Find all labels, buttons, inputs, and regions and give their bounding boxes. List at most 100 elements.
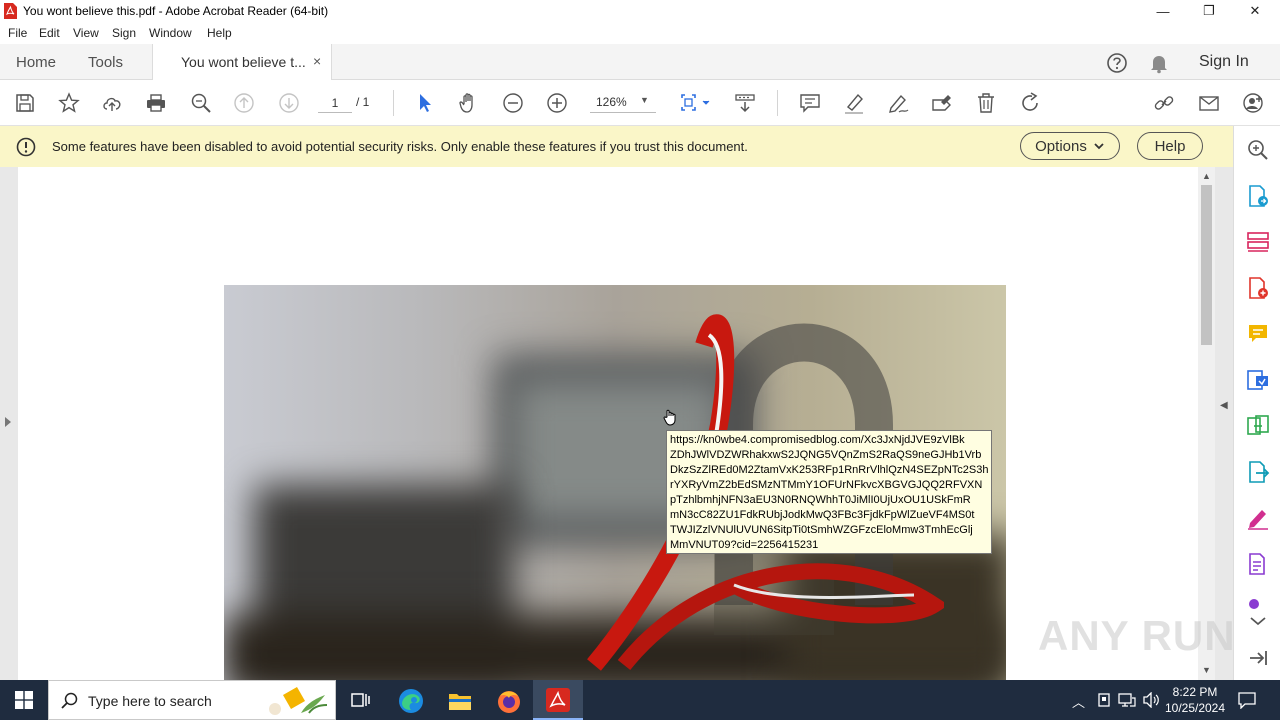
search-zoom-icon[interactable] [1246,138,1270,162]
upload-cloud-icon[interactable] [100,91,124,115]
comment-icon[interactable] [798,91,822,115]
taskbar-search-box[interactable]: Type here to search [48,680,336,720]
tab-close-icon[interactable]: × [313,53,321,69]
search-icon [61,692,78,709]
hand-pointer-cursor-icon [663,409,676,426]
collapse-panel-icon[interactable] [1246,646,1270,670]
toolbar-divider [777,90,778,116]
select-cursor-icon[interactable] [413,91,437,115]
menu-view[interactable]: View [73,26,99,40]
fit-page-icon[interactable] [678,91,714,115]
security-warning-banner: Some features have been disabled to avoi… [0,126,1233,167]
warning-icon [16,137,36,157]
scrollbar-thumb[interactable] [1201,185,1212,345]
vertical-scrollbar[interactable]: ▲ ▼ [1198,167,1215,680]
notification-bell-icon[interactable] [1148,52,1170,74]
comment-tool-icon[interactable] [1246,322,1270,346]
export-convert-icon[interactable] [1246,460,1270,484]
close-window-button[interactable]: ✕ [1232,0,1278,22]
link-url-tooltip: https://kn0wbe4.compromisedblog.com/Xc3J… [666,430,992,554]
firefox-icon[interactable] [496,688,522,714]
tab-home[interactable]: Home [16,54,56,71]
windows-taskbar: Type here to search ︿ 8:22 PM 10/25/2024 [0,680,1280,720]
clock-time: 8:22 PM [1172,685,1218,699]
scroll-down-icon[interactable]: ▼ [1202,665,1211,675]
page-total: / 1 [356,95,370,109]
maximize-button[interactable]: ❐ [1186,0,1232,22]
menu-window[interactable]: Window [149,26,192,40]
tab-document[interactable]: You wont believe t... × [152,44,332,80]
tooltip-line: ZDhJWlVDZWRhakxwS2JQNG5VQnZmS2RaQS9neGJH… [670,449,982,461]
tooltip-line: mN3cC82ZU1FdkRUbjJodkMwQ3FBc3FjdkFpWlZue… [670,509,975,521]
taskbar-clock[interactable]: 8:22 PM 10/25/2024 [1162,684,1228,716]
star-icon[interactable] [57,91,81,115]
task-view-icon[interactable] [348,688,372,712]
edge-browser-icon[interactable] [398,688,424,714]
edit-pdf-icon[interactable] [1246,368,1270,392]
draw-pen-icon[interactable] [886,91,910,115]
scroll-mode-icon[interactable] [733,91,757,115]
fill-sign-icon[interactable] [1246,506,1270,530]
next-page-icon[interactable] [277,91,301,115]
protect-document-icon[interactable] [1246,552,1270,576]
rotate-icon[interactable] [1018,91,1042,115]
start-button[interactable] [0,680,48,720]
options-button[interactable]: Options [1020,132,1120,160]
tooltip-line: DkzSzZlREd0M2ZtamVxK253RFp1RnRrVlhlQzN4S… [670,464,988,476]
zoom-in-icon[interactable] [545,91,569,115]
menu-file[interactable]: File [8,26,27,40]
tab-tools[interactable]: Tools [88,54,123,71]
window-title: You wont believe this.pdf - Adobe Acroba… [23,4,329,18]
hand-tool-icon[interactable] [457,91,481,115]
tooltip-line: pTzhlbmhjNFN3aEU3N0RNQWhhT0JiMlI0UjUxOU1… [670,494,971,506]
menu-sign[interactable]: Sign [112,26,136,40]
main-toolbar: / 1 126% ▼ [0,80,1280,126]
menu-help[interactable]: Help [207,26,232,40]
save-icon[interactable] [13,91,37,115]
help-button[interactable]: Help [1137,132,1203,160]
taskbar-acrobat-active[interactable] [533,680,583,720]
collapse-right-panel-icon[interactable]: ◀ [1220,400,1228,411]
volume-icon[interactable] [1142,692,1160,708]
tab-bar: Home Tools You wont believe t... × Sign … [0,44,1280,80]
file-explorer-icon[interactable] [447,688,473,714]
right-tools-panel [1233,126,1280,680]
stamp-edit-icon[interactable] [930,91,954,115]
zoom-out-icon[interactable] [501,91,525,115]
previous-page-icon[interactable] [232,91,256,115]
scroll-up-icon[interactable]: ▲ [1202,171,1211,181]
export-pdf-icon[interactable] [1246,184,1270,208]
zoom-dropdown[interactable]: 126% ▼ [590,93,656,113]
create-pdf-icon[interactable] [1246,276,1270,300]
acrobat-app-icon [4,3,17,19]
sign-in-button[interactable]: Sign In [1199,53,1249,71]
clock-date: 10/25/2024 [1164,701,1226,715]
print-icon[interactable] [144,91,168,115]
security-warning-message: Some features have been disabled to avoi… [52,139,748,154]
menu-bar: File Edit View Sign Window Help [0,22,1280,44]
acrobat-taskbar-icon [546,688,570,712]
menu-edit[interactable]: Edit [39,26,60,40]
title-bar: You wont believe this.pdf - Adobe Acroba… [0,0,1280,22]
page-number-input[interactable] [318,93,352,113]
tooltip-line: https://kn0wbe4.compromisedblog.com/Xc3J… [670,434,965,446]
minimize-button[interactable]: — [1140,0,1186,22]
more-tools-icon[interactable] [1246,596,1270,626]
email-icon[interactable] [1197,91,1221,115]
highlight-pen-icon[interactable] [842,91,866,115]
add-user-icon[interactable] [1241,91,1265,115]
notifications-icon[interactable] [1238,691,1256,709]
chevron-down-icon: ▼ [640,95,649,105]
tab-document-label: You wont believe t... [181,54,306,70]
combine-files-icon[interactable] [1246,414,1270,438]
help-icon[interactable] [1106,52,1128,74]
tooltip-line: MmVNUT09?cid=2256415231 [670,539,819,551]
zoom-search-icon[interactable] [189,91,213,115]
share-link-icon[interactable] [1152,91,1176,115]
expand-left-panel-icon[interactable] [5,417,11,427]
usb-device-icon[interactable] [1096,692,1112,708]
delete-trash-icon[interactable] [974,91,998,115]
organize-pages-icon[interactable] [1246,230,1270,254]
tray-overflow-chevron-icon[interactable]: ︿ [1072,692,1085,711]
network-icon[interactable] [1118,692,1136,708]
